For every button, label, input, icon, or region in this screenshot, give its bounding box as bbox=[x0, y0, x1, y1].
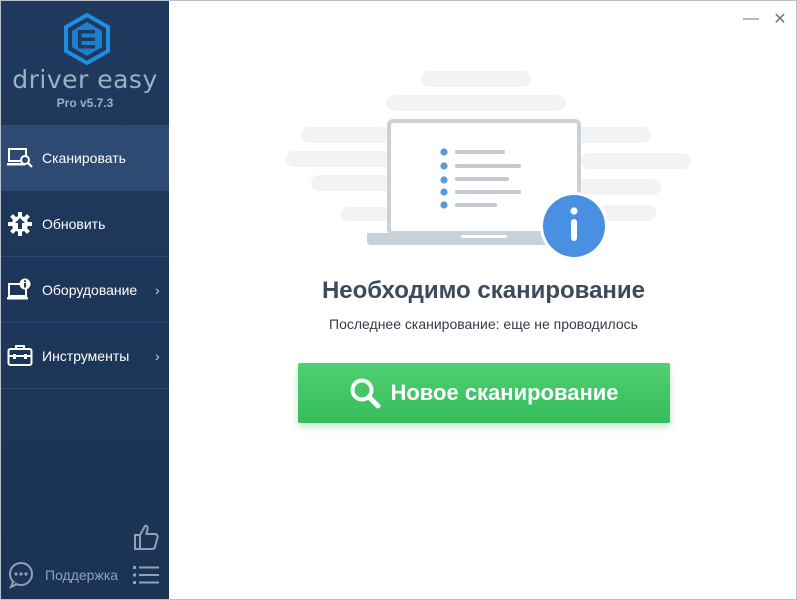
logo: driver easy Pro v5.7.3 bbox=[1, 1, 169, 125]
sidebar-item-hardware[interactable]: Оборудование › bbox=[1, 257, 169, 323]
app-version: Pro v5.7.3 bbox=[56, 96, 114, 110]
last-scan-status: Последнее сканирование: еще не проводило… bbox=[329, 316, 638, 332]
new-scan-button-label: Новое сканирование bbox=[390, 380, 619, 405]
support-bar: Поддержка bbox=[1, 557, 169, 593]
support-link[interactable]: Поддержка bbox=[45, 567, 118, 583]
menu-list-icon[interactable] bbox=[132, 564, 160, 586]
hardware-info-icon bbox=[6, 276, 34, 304]
app-name: driver easy bbox=[12, 65, 158, 94]
sidebar-item-label: Обновить bbox=[42, 215, 106, 232]
driver-easy-logo-icon bbox=[64, 13, 110, 65]
app-window: driver easy Pro v5.7.3 Сканировать Обнов… bbox=[0, 0, 797, 600]
sidebar-nav: Сканировать Обновить Оборудование › Инст… bbox=[1, 125, 169, 389]
support-chat-icon[interactable] bbox=[7, 561, 35, 589]
new-scan-button[interactable]: Новое сканирование bbox=[298, 363, 670, 423]
sidebar-item-label: Сканировать bbox=[42, 149, 126, 166]
page-title: Необходимо сканирование bbox=[321, 277, 646, 304]
sidebar-item-tools[interactable]: Инструменты › bbox=[1, 323, 169, 389]
scan-laptop-icon bbox=[6, 144, 34, 172]
sidebar: driver easy Pro v5.7.3 Сканировать Обнов… bbox=[1, 1, 169, 599]
gear-upload-icon bbox=[6, 210, 34, 238]
chevron-right-icon: › bbox=[155, 281, 160, 298]
sidebar-item-label: Инструменты bbox=[42, 347, 130, 364]
sidebar-item-update[interactable]: Обновить bbox=[1, 191, 169, 257]
close-button[interactable]: ✕ bbox=[769, 9, 791, 29]
search-icon bbox=[350, 378, 381, 409]
thumbs-up-icon[interactable] bbox=[132, 523, 160, 551]
sidebar-item-label: Оборудование bbox=[42, 281, 138, 298]
chevron-right-icon: › bbox=[155, 347, 160, 364]
sidebar-item-scan[interactable]: Сканировать bbox=[1, 125, 169, 191]
minimize-button[interactable]: — bbox=[740, 9, 762, 29]
scan-needed-illustration bbox=[286, 71, 691, 260]
toolbox-icon bbox=[6, 342, 34, 370]
